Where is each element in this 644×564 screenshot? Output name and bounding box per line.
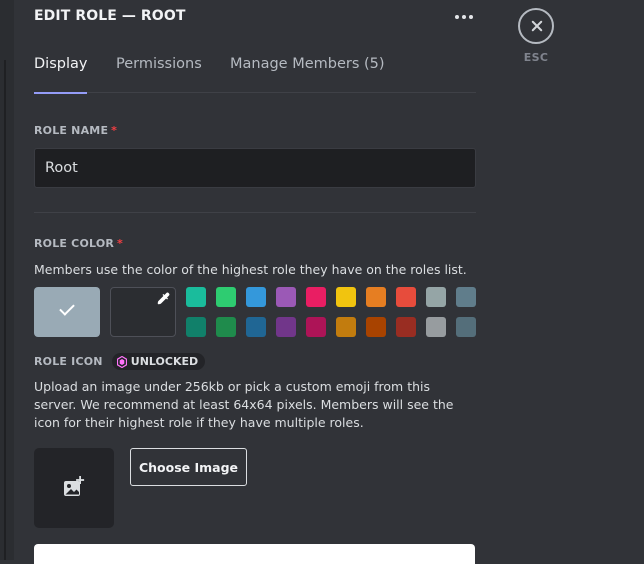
role-icon-description: Upload an image under 256kb or pick a cu…: [34, 379, 454, 430]
color-swatch[interactable]: [306, 287, 326, 307]
close-button[interactable]: [518, 8, 554, 44]
eyedropper-icon: [157, 292, 170, 305]
section-divider: [34, 212, 476, 213]
role-color-label: ROLE COLOR *: [34, 237, 123, 250]
required-mark: *: [117, 237, 123, 250]
scroll-rail: [4, 60, 6, 560]
role-color-description: Members use the color of the highest rol…: [34, 262, 467, 277]
more-options-button[interactable]: [452, 8, 476, 26]
bottom-panel: [34, 544, 475, 564]
unlocked-badge-text: UNLOCKED: [130, 355, 199, 368]
color-swatch[interactable]: [336, 317, 356, 337]
color-palette: [186, 287, 476, 337]
panel-header: EDIT ROLE — ROOT: [34, 8, 476, 28]
role-name-input[interactable]: [34, 148, 476, 188]
unlocked-badge: UNLOCKED: [111, 353, 206, 370]
color-swatch[interactable]: [246, 287, 266, 307]
tab-permissions[interactable]: Permissions: [116, 56, 202, 93]
role-name-label: ROLE NAME *: [34, 124, 117, 137]
left-sidebar-edge: [0, 0, 14, 560]
color-swatch[interactable]: [426, 287, 446, 307]
role-icon-label: ROLE ICON: [34, 355, 103, 368]
ellipsis-icon: [455, 15, 459, 19]
boost-gem-icon: [116, 355, 127, 368]
color-swatch[interactable]: [396, 287, 416, 307]
color-swatch[interactable]: [276, 317, 296, 337]
color-swatch[interactable]: [216, 317, 236, 337]
add-image-icon: [64, 476, 85, 496]
esc-label: ESC: [523, 51, 549, 64]
tab-display[interactable]: Display: [34, 56, 88, 94]
required-mark: *: [111, 124, 118, 137]
tab-bar: Display Permissions Manage Members (5): [34, 56, 476, 94]
tab-manage-members[interactable]: Manage Members (5): [230, 56, 385, 93]
color-swatch[interactable]: [396, 317, 416, 337]
color-swatch[interactable]: [186, 317, 206, 337]
default-color-swatch[interactable]: [34, 287, 100, 337]
role-icon-header: ROLE ICON UNLOCKED: [34, 351, 206, 370]
role-icon-upload[interactable]: [34, 448, 114, 528]
choose-image-button[interactable]: Choose Image: [130, 448, 247, 486]
color-swatch[interactable]: [366, 317, 386, 337]
close-control: ESC: [518, 8, 554, 68]
page-title: EDIT ROLE — ROOT: [34, 8, 186, 24]
color-swatch[interactable]: [426, 317, 446, 337]
color-swatch[interactable]: [456, 287, 476, 307]
role-name-label-text: ROLE NAME: [34, 124, 109, 137]
color-swatch[interactable]: [366, 287, 386, 307]
color-swatch[interactable]: [246, 317, 266, 337]
checkmark-icon: [59, 300, 75, 316]
color-swatch[interactable]: [216, 287, 236, 307]
color-swatch[interactable]: [456, 317, 476, 337]
role-color-label-text: ROLE COLOR: [34, 237, 115, 250]
color-swatch[interactable]: [186, 287, 206, 307]
custom-color-swatch[interactable]: [110, 287, 176, 337]
color-swatch[interactable]: [276, 287, 296, 307]
color-swatch[interactable]: [306, 317, 326, 337]
edit-role-panel: EDIT ROLE — ROOT Display Permissions Man…: [34, 0, 476, 564]
color-swatch[interactable]: [336, 287, 356, 307]
